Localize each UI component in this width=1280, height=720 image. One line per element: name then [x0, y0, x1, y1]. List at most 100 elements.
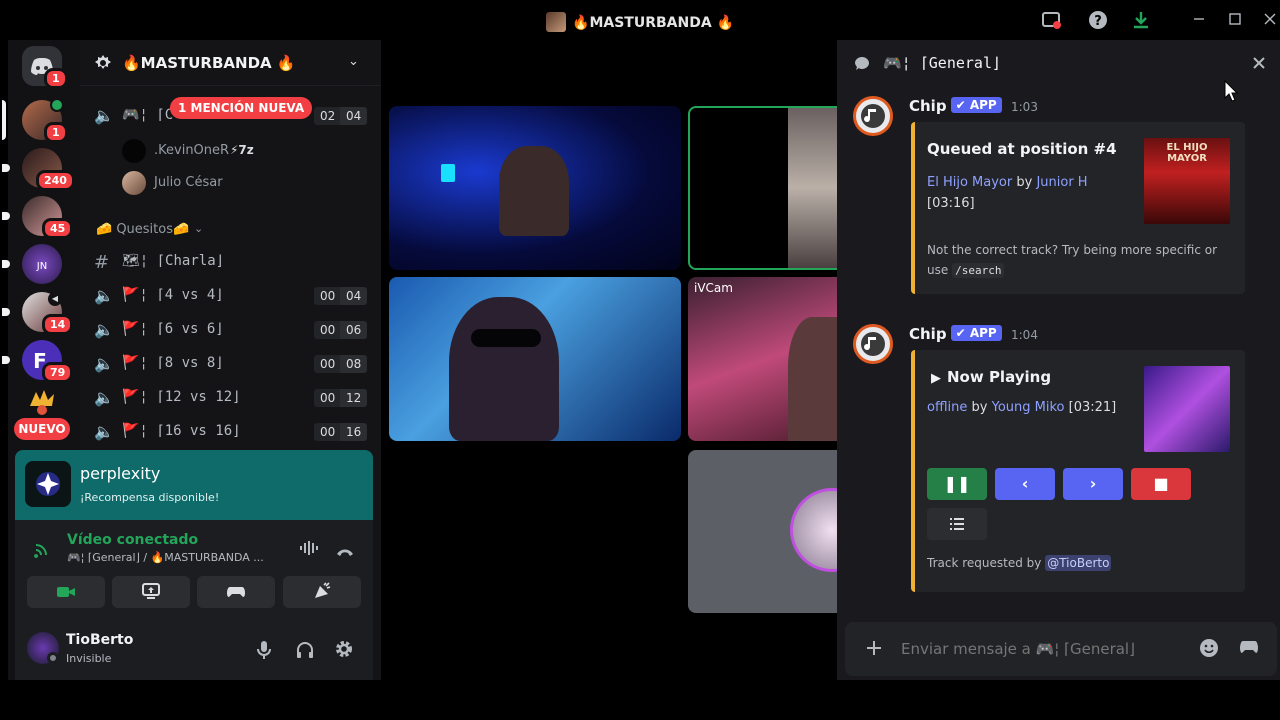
server-icon-4[interactable]: JN	[22, 244, 62, 284]
user-limit: 16	[340, 423, 368, 441]
track-link[interactable]: offline	[927, 400, 967, 415]
artist-link[interactable]: Junior H	[1036, 175, 1087, 190]
chat-panel: 🎮¦ ⌈General⌋ Chip ✔ APP 1:03 Queued at po…	[837, 40, 1280, 680]
channel-name: 🚩¦ ⌈4 vs 4⌋	[122, 287, 224, 303]
close-icon[interactable]	[1252, 55, 1266, 74]
server-icon-3[interactable]: 45	[22, 196, 74, 239]
voice-channel-6v6[interactable]: 🔈 🚩¦ ⌈6 vs 6⌋ 00 06	[80, 314, 381, 346]
embed-description: El Hijo Mayor by Junior H [03:16]	[927, 172, 1132, 214]
text-channel-charla[interactable]: # 🗺¦ ⌈Charla⌋	[80, 246, 381, 278]
inbox-icon[interactable]	[1040, 10, 1062, 32]
voice-channel-16v16[interactable]: 🔈 🚩¦ ⌈16 vs 16⌋ 00 16	[80, 416, 381, 448]
perplexity-promo-card[interactable]: perplexity ¡Recompensa disponible!	[15, 450, 373, 520]
video-tile-2-speaking[interactable]	[688, 106, 848, 270]
home-button[interactable]: 1	[22, 46, 68, 89]
channel-name: 🚩¦ ⌈16 vs 16⌋	[122, 423, 241, 439]
username[interactable]: TioBerto	[66, 632, 133, 648]
avatar[interactable]	[27, 632, 59, 664]
gear-icon[interactable]	[334, 639, 354, 663]
server-badge: 1	[44, 122, 68, 143]
video-tile-5-avatar[interactable]	[688, 450, 848, 613]
embed-description: offline by Young Miko [03:21]	[927, 398, 1137, 418]
category-quesitos[interactable]: 🧀 Quesitos🧀 ⌄	[80, 218, 381, 242]
speaker-icon: 🔈	[94, 422, 114, 441]
track-duration: [03:16]	[927, 196, 975, 211]
new-servers-pill[interactable]: NUEVO	[14, 418, 70, 440]
microphone-icon[interactable]	[256, 640, 272, 664]
server-icon-2[interactable]: 240	[22, 148, 75, 191]
voice-status[interactable]: Vídeo conectado	[67, 532, 198, 548]
voice-channel-4v4[interactable]: 🔈 🚩¦ ⌈4 vs 4⌋ 00 04	[80, 280, 381, 312]
user-mention[interactable]: @TioBerto	[1045, 555, 1112, 571]
video-tile-1[interactable]	[389, 106, 681, 270]
bot-avatar[interactable]	[853, 96, 893, 136]
chevron-down-icon: ⌄	[348, 54, 359, 69]
home-badge: 1	[44, 68, 68, 89]
user-count: 00	[314, 423, 342, 441]
speaker-icon: 🔈	[94, 106, 114, 125]
channel-name: 🗺¦ ⌈Charla⌋	[122, 253, 225, 269]
new-mention-pill[interactable]: 1 MENCIÓN NUEVA	[170, 97, 313, 119]
previous-button[interactable]: ‹	[995, 468, 1055, 500]
play-icon: ▶	[931, 371, 941, 386]
unread-indicator	[2, 212, 10, 220]
apps-icon[interactable]	[1239, 639, 1259, 659]
title-bar: 🔥MASTURBANDA 🔥 ?	[0, 0, 1280, 40]
voice-channel-12v12[interactable]: 🔈 🚩¦ ⌈12 vs 12⌋ 00 12	[80, 382, 381, 414]
bot-avatar[interactable]	[853, 324, 893, 364]
help-icon[interactable]: ?	[1087, 10, 1109, 32]
promo-title: perplexity	[80, 464, 161, 483]
activities-button[interactable]	[197, 576, 275, 608]
video-tile-4[interactable]: iVCam	[688, 277, 848, 441]
add-attachment-icon[interactable]	[865, 639, 883, 661]
disconnect-icon[interactable]	[335, 542, 355, 561]
download-icon[interactable]	[1130, 10, 1152, 32]
album-thumbnail[interactable]: EL HIJO MAYOR	[1144, 138, 1230, 224]
user-count: 00	[314, 389, 342, 407]
minimize-icon[interactable]	[1188, 10, 1210, 32]
user-limit: 04	[340, 287, 368, 305]
voice-channel-8v8[interactable]: 🔈 🚩¦ ⌈8 vs 8⌋ 00 08	[80, 348, 381, 380]
emoji-icon[interactable]	[1199, 638, 1219, 662]
message-author[interactable]: Chip ✔ APP	[909, 97, 1002, 115]
app-tag: ✔ APP	[950, 97, 1002, 113]
perplexity-logo-icon	[25, 461, 71, 507]
server-icon	[546, 12, 567, 32]
camera-button[interactable]	[27, 576, 105, 608]
message-time: 1:04	[1011, 328, 1038, 342]
album-thumbnail[interactable]	[1144, 366, 1230, 452]
by-text: by	[1016, 175, 1033, 190]
server-icon-5[interactable]: 14 ◀	[22, 292, 74, 335]
voice-location[interactable]: 🎮¦ ⌈General⌋ / 🔥MASTURBANDA ...	[67, 551, 264, 564]
speaker-icon: 🔈	[94, 388, 114, 407]
avatar	[122, 139, 146, 163]
video-tile-3[interactable]	[389, 277, 681, 441]
track-duration: [03:21]	[1068, 400, 1117, 415]
maximize-icon[interactable]	[1224, 10, 1246, 32]
track-link[interactable]: El Hijo Mayor	[927, 175, 1012, 190]
server-icon-1[interactable]: 1	[22, 98, 68, 143]
pause-button[interactable]: ❚❚	[927, 468, 987, 500]
server-header[interactable]: 🔥MASTURBANDA 🔥 ⌄	[80, 40, 381, 86]
channel-name: 🚩¦ ⌈6 vs 6⌋	[122, 321, 224, 337]
server-icon-6[interactable]: F 79	[22, 340, 74, 383]
message-input[interactable]	[901, 634, 1201, 664]
voice-member[interactable]: .KevinOneR ⚡7z	[80, 135, 381, 167]
next-button[interactable]: ›	[1063, 468, 1123, 500]
user-limit: 06	[340, 321, 368, 339]
screen-share-button[interactable]	[112, 576, 190, 608]
stop-button[interactable]: ■	[1131, 468, 1191, 500]
voice-member[interactable]: Julio César	[80, 167, 381, 199]
artist-link[interactable]: Young Miko	[992, 400, 1065, 415]
noise-suppression-icon[interactable]	[299, 540, 319, 560]
queued-embed: Queued at position #4 El Hijo Mayor by J…	[911, 122, 1245, 294]
app-tag: ✔ APP	[950, 325, 1002, 341]
message-author[interactable]: Chip ✔ APP	[909, 325, 1002, 343]
footer-text: Track requested by	[927, 556, 1042, 570]
soundboard-button[interactable]	[283, 576, 361, 608]
close-window-icon[interactable]	[1259, 10, 1280, 32]
voice-connection-panel: Vídeo conectado 🎮¦ ⌈General⌋ / 🔥MASTURBA…	[15, 520, 373, 620]
queue-button[interactable]	[927, 508, 987, 540]
user-limit: 08	[340, 355, 368, 373]
headphones-icon[interactable]	[295, 640, 315, 664]
